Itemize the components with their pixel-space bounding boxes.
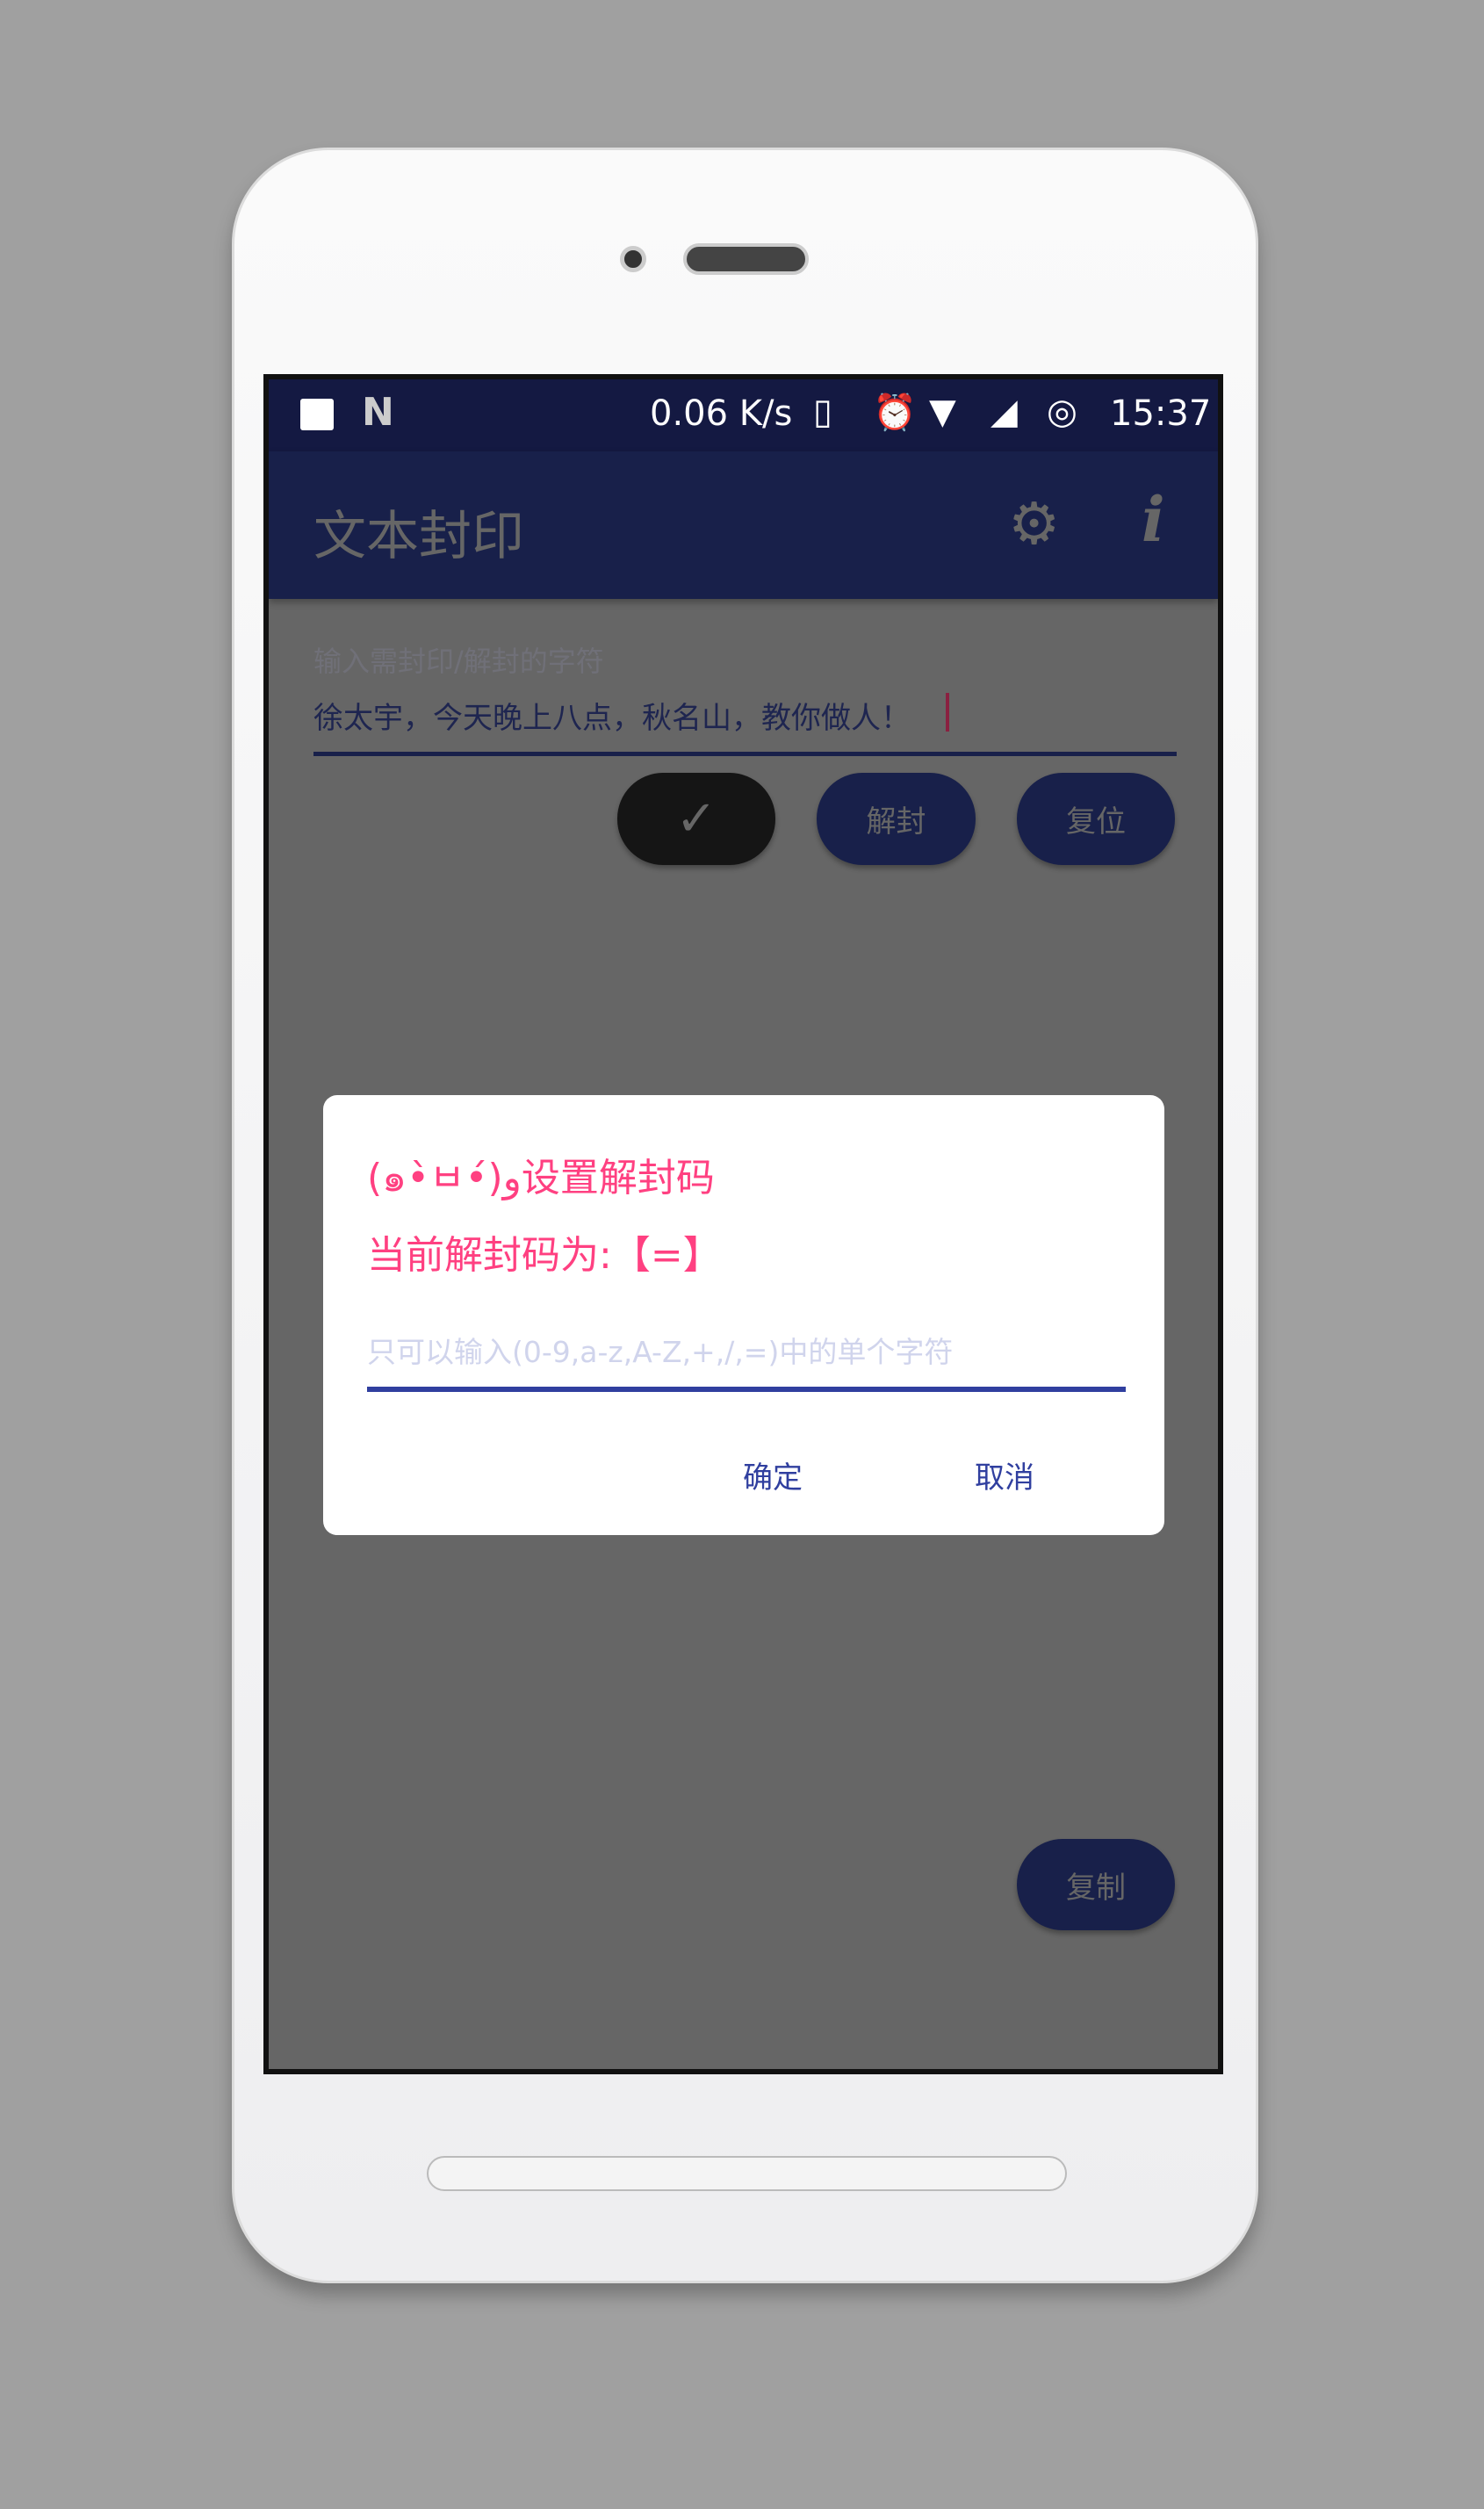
input-hint: 输入需封印/解封的字符 [313,645,604,678]
clock: 15:37 [1110,393,1212,434]
alarm-icon: ⏰ [873,393,917,433]
code-input-underline [367,1387,1126,1392]
speaker-grille [683,243,809,275]
vibrate-icon: ▯ [813,392,833,432]
app-title: 文本封印 [313,506,524,567]
dialog-title: (๑•̀ㅂ•́)و设置解封码 [367,1156,715,1200]
check-icon: ✓ [675,790,717,847]
current-code: 当前解封码为:【=】 [367,1233,722,1278]
unseal-code-dialog: (๑•̀ㅂ•́)و设置解封码 当前解封码为:【=】 确定 取消 [323,1095,1164,1535]
signal-icon: ◢ [991,392,1018,432]
gear-icon[interactable]: ⚙ [1008,490,1060,558]
text-cursor [946,693,949,732]
wifi-icon: ▼ [929,392,956,432]
front-camera [620,246,646,272]
n-icon: N [362,390,394,435]
copy-button[interactable]: 复制 [1017,1839,1175,1930]
net-speed: 0.06 K/s [650,393,793,434]
ok-button[interactable]: 确定 [743,1453,803,1496]
cancel-button[interactable]: 取消 [975,1453,1034,1496]
sync-icon: ◎ [1047,392,1077,432]
status-bar: N 0.06 K/s ▯ ⏰ ▼ ◢ ◎ 15:37 [269,379,1218,451]
text-input[interactable]: 徐太宇，今天晚上八点，秋名山，教你做人！ [313,694,911,737]
unseal-button[interactable]: 解封 [817,773,976,865]
reset-button[interactable]: 复位 [1017,773,1175,865]
image-icon [300,399,334,430]
info-icon[interactable]: i [1142,483,1165,556]
input-underline [313,752,1177,756]
seal-button[interactable]: ✓ [617,773,775,865]
app-bar: 文本封印 ⚙ i [269,451,1218,599]
screen: N 0.06 K/s ▯ ⏰ ▼ ◢ ◎ 15:37 文本封印 ⚙ i 输入需封… [263,374,1223,2074]
home-bar[interactable] [427,2156,1067,2191]
code-input[interactable] [367,1325,1126,1378]
